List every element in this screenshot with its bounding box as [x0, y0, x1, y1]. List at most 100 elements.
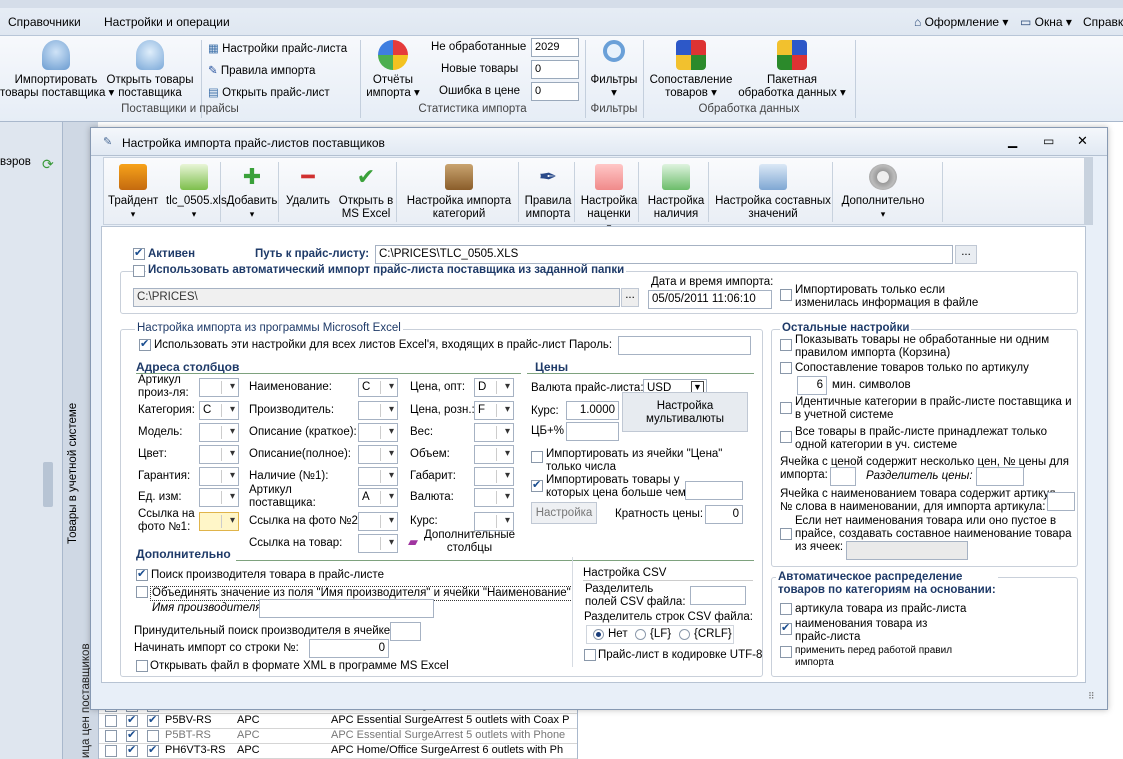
import-changed-checkbox[interactable] [780, 289, 792, 301]
menu-windows[interactable]: ▭ Окна ▾ [1020, 15, 1072, 29]
cb-percent-input[interactable] [566, 422, 619, 441]
toolbar-button-cart[interactable]: Настройка наличия [644, 164, 708, 221]
import-goods-button[interactable]: Импортировать товары поставщика ▾ [0, 40, 114, 100]
toolbar-button-category[interactable]: Настройка импорта категорий [400, 164, 518, 221]
apply-rules-checkbox[interactable] [780, 646, 792, 658]
price-cell-checkbox[interactable] [531, 451, 543, 463]
col1-select-5[interactable] [199, 488, 239, 507]
toolbar-button-plus[interactable]: ✚ Добавить ▾ [226, 164, 278, 221]
splitter-handle[interactable] [43, 462, 53, 507]
reports-button[interactable]: Отчёты импорта ▾ [364, 40, 422, 100]
toolbar-button-piggy[interactable]: Настройканаценки▾ [578, 164, 640, 234]
same-categories-checkbox[interactable] [780, 402, 792, 414]
col3-select-0[interactable]: D [474, 378, 514, 397]
col2-select-7[interactable] [358, 534, 398, 553]
csv-row-sep-lf-radio[interactable] [635, 629, 646, 640]
min-chars-input[interactable]: 6 [797, 376, 827, 395]
col2-select-4[interactable] [358, 467, 398, 486]
dist-by-article-checkbox[interactable] [780, 603, 792, 615]
auto-folder-input[interactable]: C:\PRICES\ [133, 288, 620, 307]
start-row-input[interactable]: 0 [309, 639, 389, 658]
col2-select-0[interactable]: C [358, 378, 398, 397]
col1-select-6[interactable] [199, 512, 239, 531]
col3-select-5[interactable] [474, 488, 514, 507]
row-checkbox[interactable] [126, 743, 138, 757]
menu-help[interactable]: Справка [1083, 15, 1123, 29]
csv-field-sep-input[interactable] [690, 586, 746, 605]
composite-cells-input[interactable] [846, 541, 968, 560]
dist-by-name-checkbox[interactable] [780, 621, 792, 635]
open-supplier-goods-button[interactable]: Открыть товары поставщика [104, 40, 196, 100]
col3-select-1[interactable]: F [474, 401, 514, 420]
menu-appearance[interactable]: ⌂ Оформление ▾ [914, 15, 1008, 29]
csv-row-sep-none-radio[interactable] [593, 629, 604, 640]
col1-select-4[interactable] [199, 467, 239, 486]
toolbar-button-laptop[interactable]: Настройка составных значений [714, 164, 832, 221]
row-checkbox[interactable] [147, 730, 159, 742]
col2-select-3[interactable] [358, 445, 398, 464]
row-checkbox[interactable] [105, 715, 117, 727]
forced-search-input[interactable] [390, 622, 421, 641]
col1-select-1[interactable]: C [199, 401, 239, 420]
browse-folder-button[interactable]: ... [621, 288, 639, 307]
close-icon[interactable]: ✕ [1077, 133, 1088, 149]
auto-import-checkbox[interactable] [133, 265, 145, 277]
article-match-checkbox[interactable] [780, 362, 792, 374]
row-checkbox[interactable] [147, 713, 159, 727]
table-row[interactable]: P5BV-RS APC APC Essential SurgeArrest 5 ou… [99, 713, 577, 729]
name-article-input[interactable] [1047, 492, 1075, 511]
row-checkbox[interactable] [126, 713, 138, 727]
import-date-input[interactable]: 05/05/2011 11:06:10 [648, 290, 772, 309]
row-checkbox[interactable] [147, 743, 159, 757]
setup-button[interactable]: Настройка [531, 502, 597, 524]
toolbar-button-minus[interactable]: ━ Удалить [284, 164, 332, 208]
path-input[interactable]: C:\PRICES\TLC_0505.XLS [375, 245, 953, 264]
row-checkbox[interactable] [105, 745, 117, 757]
col1-select-2[interactable] [199, 423, 239, 442]
multi-price-input[interactable] [830, 467, 856, 486]
multicurrency-button[interactable]: Настройка мультивалюты [622, 392, 748, 432]
csv-row-sep-crlf-radio[interactable] [679, 629, 690, 640]
rate-input[interactable]: 1.0000 [566, 401, 619, 420]
filters-button[interactable]: Фильтры ▾ [589, 40, 639, 100]
price-separator-input[interactable] [976, 467, 1024, 486]
toolbar-button-gear[interactable]: Дополнительно ▾ [838, 164, 928, 221]
batch-processing-button[interactable]: Пакетная обработка данных ▾ [736, 40, 848, 100]
extra-columns-icon[interactable]: ▰ [408, 535, 418, 548]
refresh-icon[interactable]: ⟳ [42, 156, 54, 173]
toolbar-button-xls[interactable]: tlc_0505.xls ▾ [166, 164, 227, 221]
multiplicity-input[interactable]: 0 [705, 505, 743, 524]
open-xml-checkbox[interactable] [136, 660, 148, 672]
price-greater-input[interactable] [685, 481, 743, 500]
table-row[interactable]: P5BT-RS APC APC Essential SurgeArrest 5 ou… [99, 728, 577, 744]
menu-directories[interactable]: Справочники [8, 15, 81, 29]
col2-select-5[interactable]: A [358, 488, 398, 507]
password-input[interactable] [618, 336, 751, 355]
one-category-checkbox[interactable] [780, 431, 792, 443]
col1-select-3[interactable] [199, 445, 239, 464]
basket-checkbox[interactable] [780, 339, 792, 351]
col3-select-2[interactable] [474, 423, 514, 442]
row-checkbox[interactable] [105, 730, 117, 742]
row-checkbox[interactable] [126, 728, 138, 742]
menu-settings-operations[interactable]: Настройки и операции [104, 15, 230, 29]
minimize-icon[interactable]: ▁ [1008, 134, 1017, 148]
col1-select-0[interactable] [199, 378, 239, 397]
browse-path-button[interactable]: ... [955, 245, 977, 264]
merge-names-checkbox[interactable] [136, 586, 148, 598]
table-row[interactable]: PH6VT3-RS APC APC Home/Office SurgeArrest … [99, 743, 577, 759]
price-greater-checkbox[interactable] [531, 478, 543, 492]
toolbar-button-truck[interactable]: Трайдент ▾ [108, 164, 158, 221]
col2-select-2[interactable] [358, 423, 398, 442]
col2-select-6[interactable] [358, 512, 398, 531]
search-manufacturer-checkbox[interactable] [136, 567, 148, 581]
utf8-checkbox[interactable] [584, 649, 596, 661]
col2-select-1[interactable] [358, 401, 398, 420]
import-rules-link[interactable]: ✎ Правила импорта [208, 63, 315, 77]
col3-select-4[interactable] [474, 467, 514, 486]
manufacturer-name-input[interactable] [259, 599, 434, 618]
maximize-icon[interactable]: ▭ [1043, 134, 1054, 148]
all-sheets-checkbox[interactable] [139, 337, 151, 351]
open-price-list-link[interactable]: ▤ Открыть прайс-лист [208, 85, 330, 99]
active-checkbox[interactable] [133, 246, 145, 260]
